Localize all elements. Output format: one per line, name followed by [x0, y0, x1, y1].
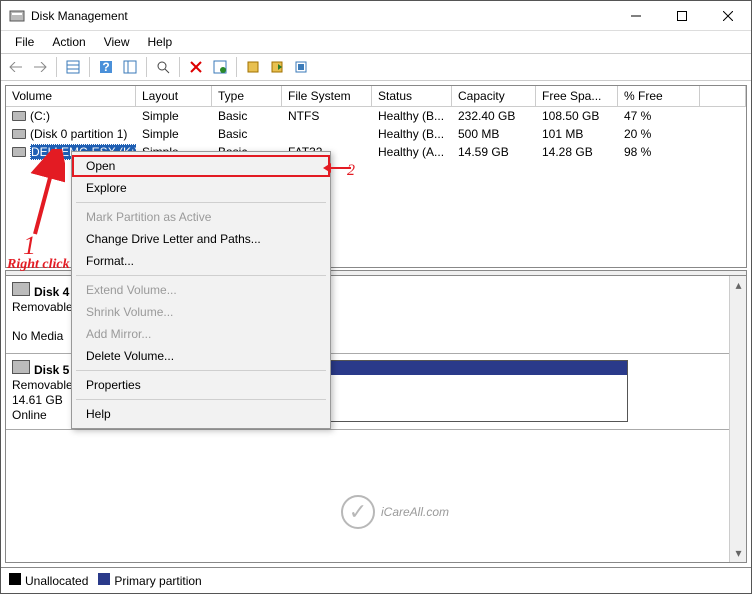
- drive-icon: [12, 147, 26, 157]
- menu-action[interactable]: Action: [44, 33, 93, 51]
- minimize-button[interactable]: [613, 1, 659, 31]
- refresh-button[interactable]: [119, 56, 141, 78]
- col-type[interactable]: Type: [212, 86, 282, 106]
- delete-button[interactable]: [185, 56, 207, 78]
- menu-help[interactable]: Help: [140, 33, 181, 51]
- col-pctfree[interactable]: % Free: [618, 86, 700, 106]
- col-layout[interactable]: Layout: [136, 86, 212, 106]
- titlebar: Disk Management: [1, 1, 751, 31]
- col-volume[interactable]: Volume: [6, 86, 136, 106]
- action2-button[interactable]: [266, 56, 288, 78]
- swatch-unallocated: [9, 573, 21, 585]
- col-filesystem[interactable]: File System: [282, 86, 372, 106]
- maximize-button[interactable]: [659, 1, 705, 31]
- disk-name: Disk 5: [34, 363, 69, 377]
- legend-unallocated: Unallocated: [25, 574, 88, 588]
- disk-name: Disk 4: [34, 285, 69, 299]
- toolbar: ?: [1, 53, 751, 81]
- help-button[interactable]: ?: [95, 56, 117, 78]
- forward-button[interactable]: [29, 56, 51, 78]
- ctx-add-mirror: Add Mirror...: [72, 323, 330, 345]
- drive-icon: [12, 129, 26, 139]
- ctx-extend-volume: Extend Volume...: [72, 279, 330, 301]
- ctx-shrink-volume: Shrink Volume...: [72, 301, 330, 323]
- ctx-mark-partition-as-active: Mark Partition as Active: [72, 206, 330, 228]
- scrollbar[interactable]: ▴ ▾: [729, 276, 746, 562]
- window-title: Disk Management: [31, 9, 613, 23]
- window: Disk Management File Action View Help ?: [0, 0, 752, 594]
- column-headers: Volume Layout Type File System Status Ca…: [6, 86, 746, 107]
- ctx-explore[interactable]: Explore: [72, 177, 330, 199]
- ctx-format[interactable]: Format...: [72, 250, 330, 272]
- col-capacity[interactable]: Capacity: [452, 86, 536, 106]
- back-button[interactable]: [5, 56, 27, 78]
- close-button[interactable]: [705, 1, 751, 31]
- ctx-delete-volume[interactable]: Delete Volume...: [72, 345, 330, 367]
- col-freespace[interactable]: Free Spa...: [536, 86, 618, 106]
- action3-button[interactable]: [290, 56, 312, 78]
- properties-button[interactable]: [209, 56, 231, 78]
- ctx-open[interactable]: Open: [72, 155, 330, 177]
- menubar: File Action View Help: [1, 31, 751, 53]
- legend: Unallocated Primary partition: [1, 567, 751, 593]
- disk-mgmt-icon: [9, 8, 25, 24]
- ctx-properties[interactable]: Properties: [72, 374, 330, 396]
- scroll-down-icon[interactable]: ▾: [733, 546, 744, 560]
- legend-primary: Primary partition: [114, 574, 201, 588]
- svg-text:?: ?: [102, 60, 109, 74]
- volume-row[interactable]: (Disk 0 partition 1)SimpleBasicHealthy (…: [6, 125, 746, 143]
- rescan-button[interactable]: [152, 56, 174, 78]
- view-list-button[interactable]: [62, 56, 84, 78]
- scroll-up-icon[interactable]: ▴: [733, 278, 744, 292]
- volume-row[interactable]: (C:)SimpleBasicNTFSHealthy (B...232.40 G…: [6, 107, 746, 125]
- action1-button[interactable]: [242, 56, 264, 78]
- ctx-change-drive-letter-and-paths[interactable]: Change Drive Letter and Paths...: [72, 228, 330, 250]
- menu-file[interactable]: File: [7, 33, 42, 51]
- swatch-primary: [98, 573, 110, 585]
- col-status[interactable]: Status: [372, 86, 452, 106]
- volume-name: (Disk 0 partition 1): [30, 127, 127, 141]
- drive-icon: [12, 111, 26, 121]
- menu-view[interactable]: View: [96, 33, 138, 51]
- context-menu: OpenExplore Mark Partition as ActiveChang…: [71, 151, 331, 429]
- ctx-help[interactable]: Help: [72, 403, 330, 425]
- disk-icon: [12, 282, 30, 296]
- volume-name: (C:): [30, 109, 50, 123]
- disk-icon: [12, 360, 30, 374]
